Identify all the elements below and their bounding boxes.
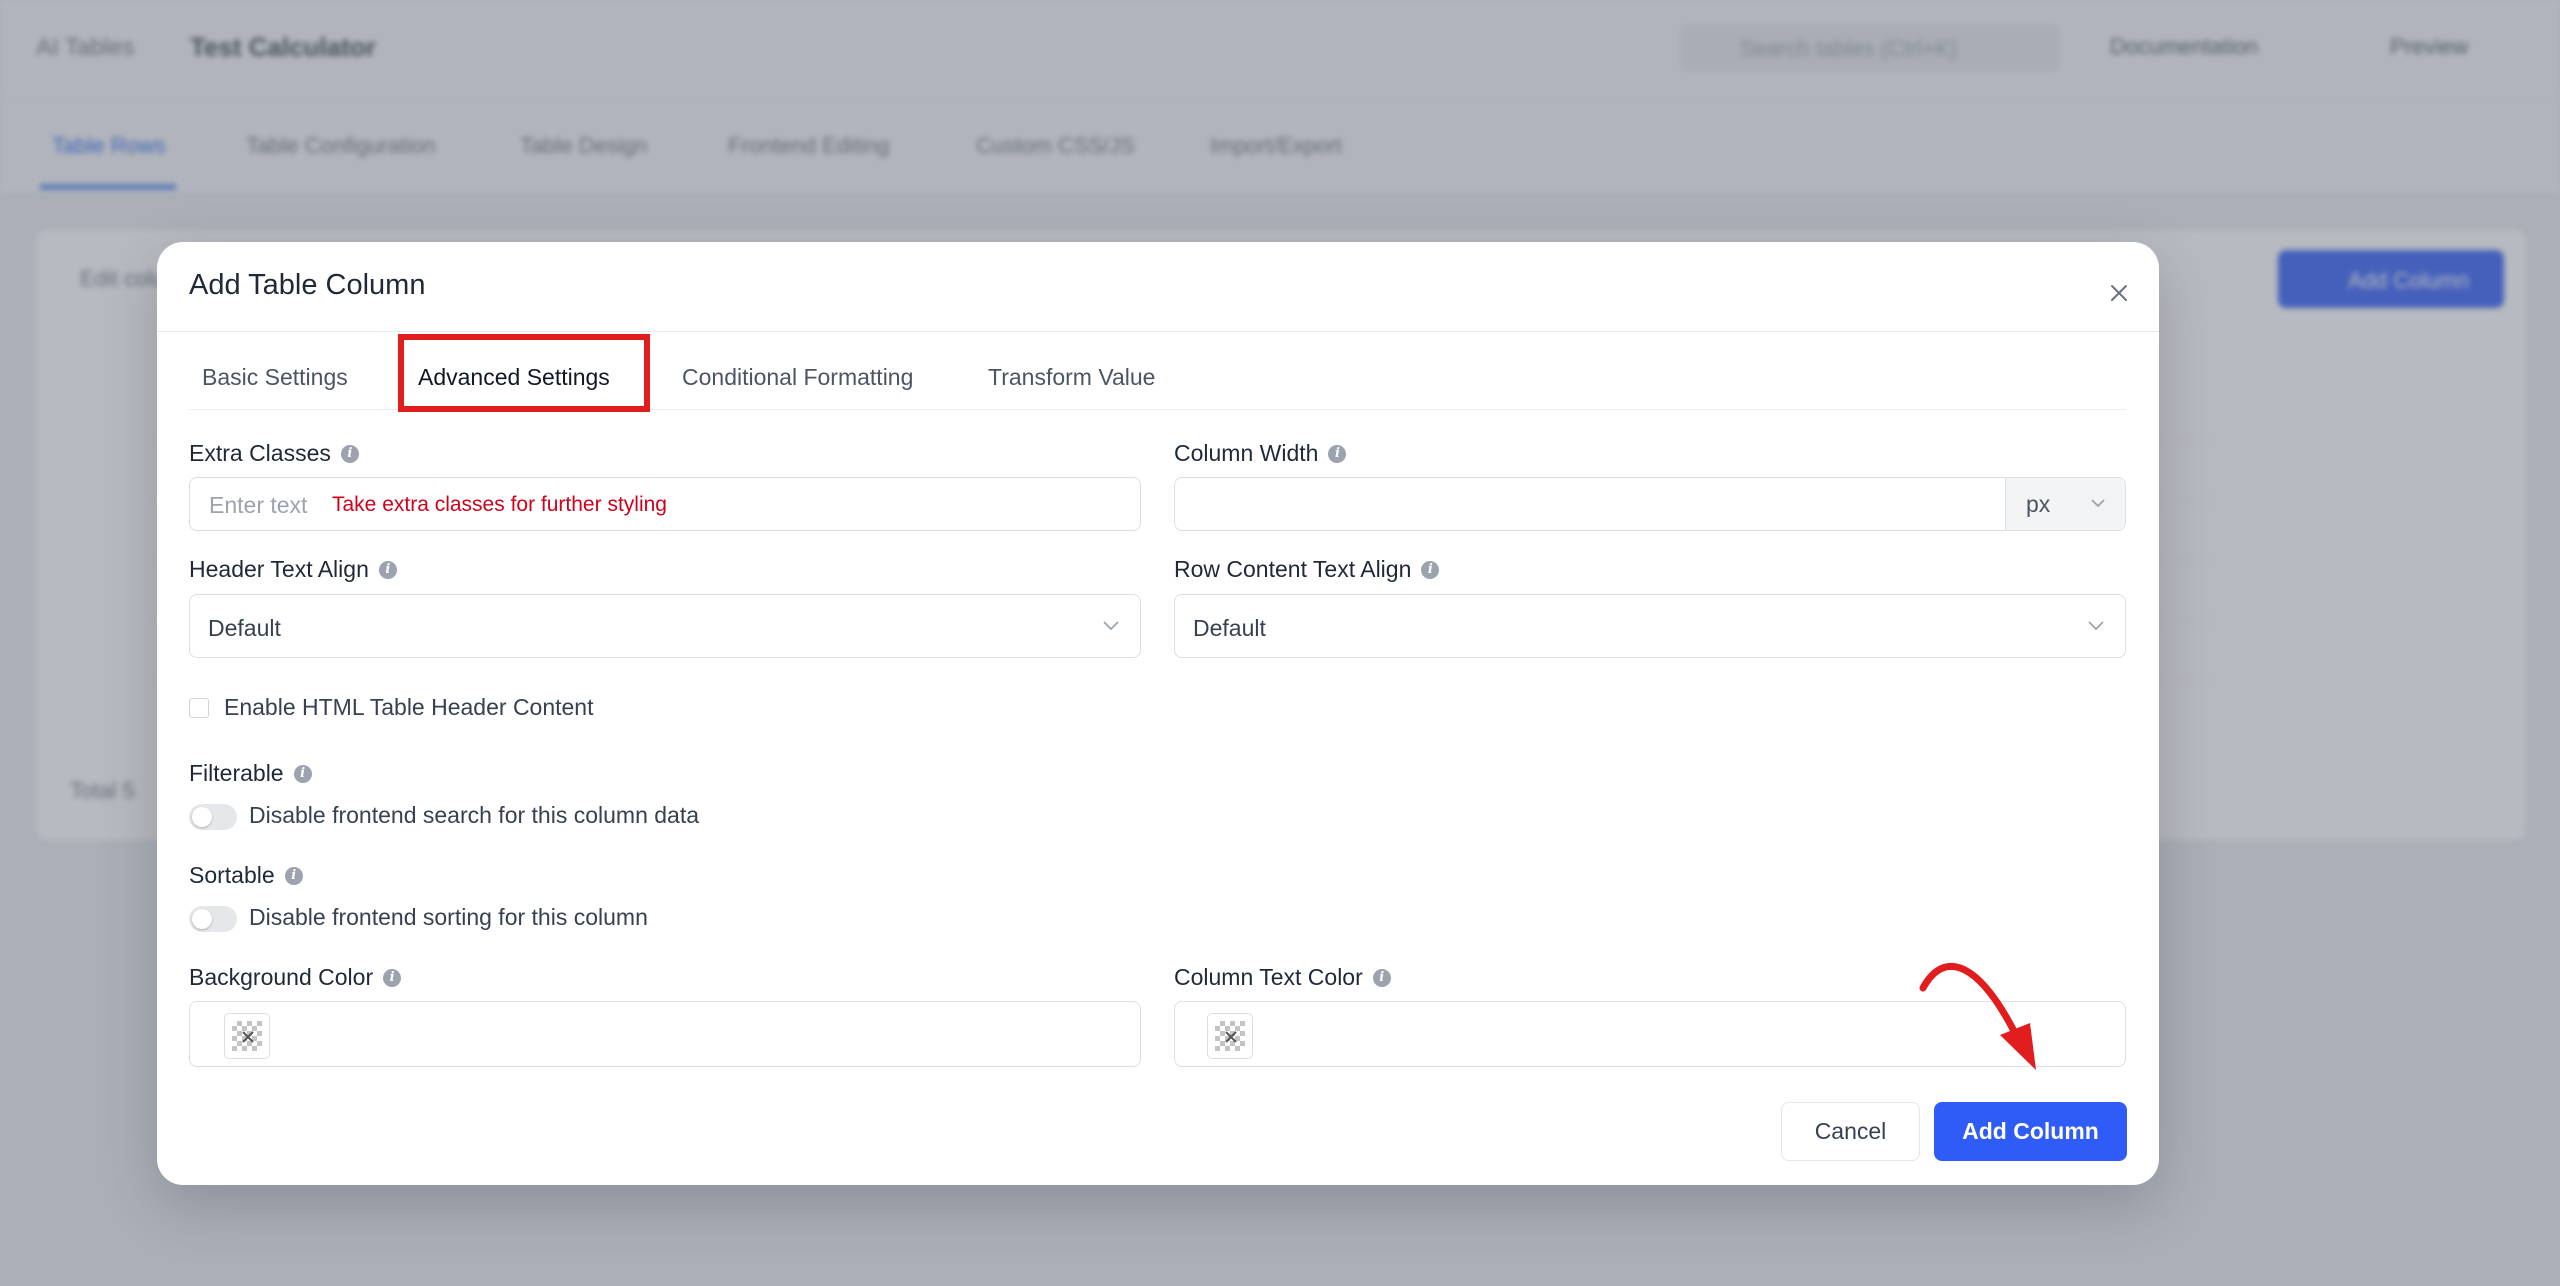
close-icon xyxy=(1225,1031,1237,1043)
sortable-label: Sortable i xyxy=(189,862,303,889)
chevron-down-icon xyxy=(2091,499,2105,508)
chevron-down-icon xyxy=(2088,621,2104,631)
annotation-highlight-box xyxy=(398,334,650,412)
cancel-button[interactable]: Cancel xyxy=(1781,1102,1920,1161)
info-icon: i xyxy=(383,968,402,987)
extra-classes-input[interactable]: Enter text Take extra classes for furthe… xyxy=(189,477,1141,531)
close-icon[interactable] xyxy=(2106,280,2132,306)
column-width-label-text: Column Width xyxy=(1174,440,1319,466)
tab-transform-value[interactable]: Transform Value xyxy=(988,364,1155,391)
width-unit-select[interactable]: px xyxy=(2005,478,2125,530)
column-text-color-field xyxy=(1174,1001,2126,1067)
row-content-text-align-value: Default xyxy=(1193,615,1266,641)
add-column-modal: Add Table Column Basic Settings Advanced… xyxy=(157,242,2159,1185)
extra-classes-label: Extra Classes i xyxy=(189,440,359,467)
header-text-align-label: Header Text Align i xyxy=(189,556,397,583)
column-width-label: Column Width i xyxy=(1174,440,1347,467)
width-unit-value: px xyxy=(2026,491,2051,517)
header-text-align-value: Default xyxy=(208,615,281,641)
row-content-text-align-select[interactable]: Default xyxy=(1174,594,2126,658)
extra-classes-hint: Take extra classes for further styling xyxy=(332,493,667,516)
info-icon: i xyxy=(1372,968,1391,987)
enable-html-header-label[interactable]: Enable HTML Table Header Content xyxy=(224,694,594,721)
row-content-text-align-label-text: Row Content Text Align xyxy=(1174,556,1412,582)
header-divider xyxy=(157,331,2159,332)
column-text-color-picker[interactable] xyxy=(1207,1013,1253,1059)
chevron-down-icon xyxy=(1103,621,1119,631)
sortable-toggle[interactable] xyxy=(189,906,237,932)
filterable-toggle[interactable] xyxy=(189,804,237,830)
info-icon: i xyxy=(1328,444,1347,463)
close-icon xyxy=(242,1031,254,1043)
filterable-toggle-text: Disable frontend search for this column … xyxy=(249,802,700,828)
column-width-input[interactable]: px xyxy=(1174,477,2126,531)
filterable-label-text: Filterable xyxy=(189,760,284,786)
info-icon: i xyxy=(284,866,303,885)
tab-conditional-formatting[interactable]: Conditional Formatting xyxy=(682,364,913,391)
row-content-text-align-label: Row Content Text Align i xyxy=(1174,556,1440,583)
add-column-button[interactable]: Add Column xyxy=(1934,1102,2127,1161)
filterable-label: Filterable i xyxy=(189,760,312,787)
enable-html-header-checkbox[interactable] xyxy=(189,698,209,718)
column-text-color-label: Column Text Color i xyxy=(1174,964,1391,991)
background-color-label-text: Background Color xyxy=(189,964,374,990)
extra-classes-placeholder: Enter text xyxy=(209,492,308,518)
info-icon: i xyxy=(1421,560,1440,579)
column-text-color-label-text: Column Text Color xyxy=(1174,964,1363,990)
tab-basic-settings[interactable]: Basic Settings xyxy=(202,364,348,391)
sortable-label-text: Sortable xyxy=(189,862,275,888)
info-icon: i xyxy=(378,560,397,579)
extra-classes-label-text: Extra Classes xyxy=(189,440,331,466)
sortable-toggle-text: Disable frontend sorting for this column xyxy=(249,904,648,930)
background-color-field xyxy=(189,1001,1141,1067)
info-icon: i xyxy=(293,764,312,783)
background-color-label: Background Color i xyxy=(189,964,402,991)
modal-title: Add Table Column xyxy=(189,269,426,301)
info-icon: i xyxy=(340,444,359,463)
header-text-align-select[interactable]: Default xyxy=(189,594,1141,658)
header-text-align-label-text: Header Text Align xyxy=(189,556,369,582)
background-color-picker[interactable] xyxy=(224,1013,270,1059)
